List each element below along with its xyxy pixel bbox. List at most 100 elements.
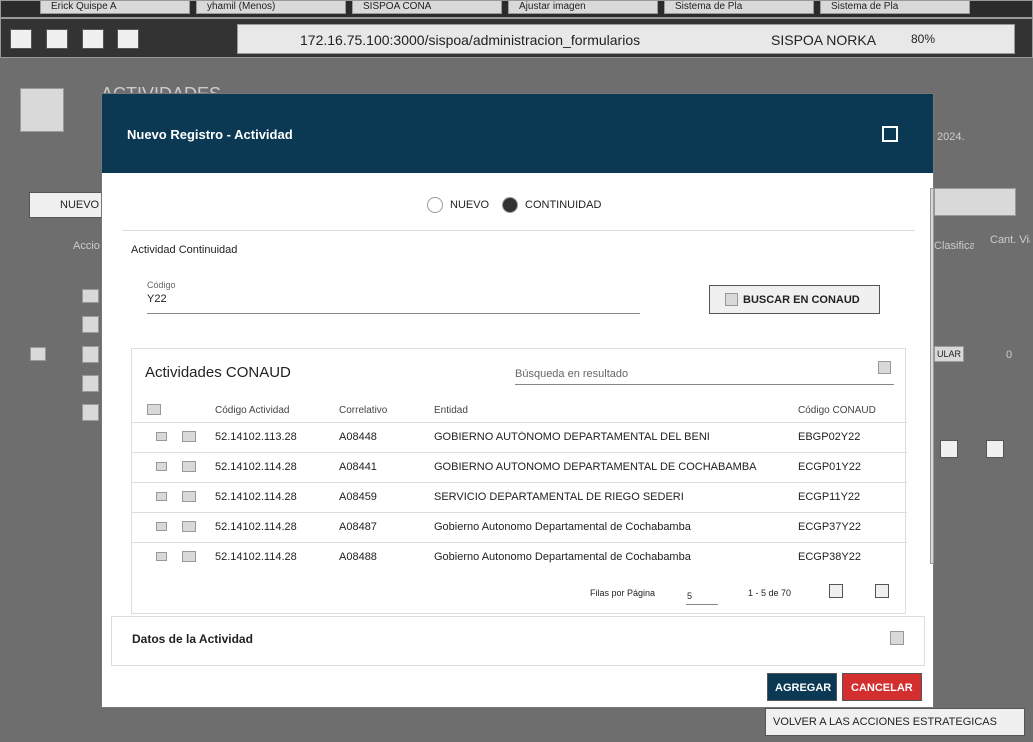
cell-codigo-conaud: ECGP37Y22 — [798, 521, 861, 533]
cell-codigo-actividad: 52.14102.114.28 — [215, 491, 297, 503]
close-icon[interactable] — [882, 126, 898, 142]
status-badge: ULAR — [934, 346, 964, 362]
search-icon — [878, 361, 891, 374]
radio-continuidad-label: CONTINUIDAD — [525, 199, 602, 211]
pagination-range: 1 - 5 de 70 — [748, 588, 792, 598]
divider — [122, 230, 915, 231]
section-label: Actividad Continuidad — [131, 244, 238, 256]
expand-row-icon[interactable] — [156, 492, 167, 501]
expand-row-icon[interactable] — [156, 522, 167, 531]
new-activity-button[interactable]: NUEVO — [29, 192, 103, 218]
conaud-table-card: Actividades CONAUD Búsqueda en resultado… — [131, 348, 907, 614]
clipboard-icon[interactable] — [82, 316, 99, 333]
browser-tab[interactable]: yhamil (Menos) — [196, 0, 346, 14]
agregar-button[interactable]: AGREGAR — [767, 673, 837, 701]
table-row[interactable]: 52.14102.114.28 A08459 SERVICIO DEPARTAMEN… — [132, 482, 907, 512]
cell-entidad: GOBIERNO AUTONOMO DEPARTAMENTAL DE COCHA… — [434, 461, 757, 473]
select-row-icon[interactable] — [182, 551, 196, 562]
col-codigo-actividad: Código Actividad — [215, 405, 290, 416]
next-page-button[interactable] — [875, 584, 889, 598]
browser-tab[interactable]: Ajustar imagen — [508, 0, 658, 14]
cell-entidad: Gobierno Autonomo Departamental de Cocha… — [434, 551, 691, 563]
browser-tab[interactable]: Erick Quispe A — [40, 0, 190, 14]
new-activity-dialog: Nuevo Registro - Actividad NUEVO CONTINU… — [101, 93, 934, 708]
codigo-input[interactable]: Y22 — [147, 290, 640, 314]
search-conaud-button[interactable]: BUSCAR EN CONAUD — [709, 285, 880, 314]
select-row-icon[interactable] — [182, 521, 196, 532]
browser-tab[interactable]: Sistema de Pla — [664, 0, 814, 14]
cell-codigo-conaud: ECGP38Y22 — [798, 551, 861, 563]
radio-nuevo-label: NUEVO — [450, 199, 490, 211]
home-button[interactable] — [117, 29, 139, 49]
cell-correlativo: A08459 — [339, 491, 377, 503]
rows-per-page-label: Filas por Página — [590, 588, 656, 598]
select-row-icon[interactable] — [182, 431, 196, 442]
cancelar-button[interactable]: CANCELAR — [842, 673, 922, 701]
cell-correlativo: A08487 — [339, 521, 377, 533]
rows-per-page-select[interactable]: 5 — [686, 583, 718, 605]
zoom-level[interactable]: 80% — [911, 32, 935, 46]
dialog-header: Nuevo Registro - Actividad — [102, 94, 933, 173]
dialog-title: Nuevo Registro - Actividad — [127, 127, 293, 142]
chevron-down-icon — [890, 631, 904, 645]
result-search-input[interactable]: Búsqueda en resultado — [515, 359, 894, 385]
radio-nuevo[interactable] — [427, 197, 443, 213]
back-to-strategic-actions-button[interactable]: VOLVER A LAS ACCIONES ESTRATEGICAS — [765, 708, 1025, 736]
view-icon[interactable] — [82, 289, 99, 303]
cell-codigo-conaud: ECGP01Y22 — [798, 461, 861, 473]
activities-icon — [20, 88, 64, 132]
back-button[interactable] — [10, 29, 32, 49]
document-icon[interactable] — [82, 404, 99, 421]
cell-entidad: SERVICIO DEPARTAMENTAL DE RIEGO SEDERI — [434, 491, 684, 503]
site-badge[interactable]: SISPOA NORKA — [771, 32, 876, 48]
browser-tab[interactable]: Sistema de Pla — [820, 0, 970, 14]
codigo-label: Código — [147, 280, 176, 290]
row-viaticos-count: 0 — [1006, 349, 1013, 361]
col-correlativo: Correlativo — [339, 405, 388, 416]
table-row[interactable]: 52.14102.114.28 A08488 Gobierno Autonomo D… — [132, 542, 907, 572]
delete-icon[interactable] — [82, 375, 99, 392]
address-bar[interactable]: 172.16.75.100:3000/sispoa/administracion… — [237, 24, 1015, 54]
browser-tab[interactable]: SISPOA CONA — [352, 0, 502, 14]
search-icon — [725, 293, 738, 306]
prev-page-bg[interactable] — [940, 440, 958, 458]
vehicle-icon — [30, 347, 46, 361]
list-icon[interactable] — [147, 404, 161, 415]
page-subtitle-tail: 2024. — [937, 131, 965, 143]
dialog-scrollbar[interactable] — [930, 188, 934, 564]
table-row[interactable]: 52.14102.114.28 A08441 GOBIERNO AUTONOMO D… — [132, 452, 907, 482]
forward-button[interactable] — [46, 29, 68, 49]
expand-row-icon[interactable] — [156, 432, 167, 441]
radio-continuidad[interactable] — [502, 197, 518, 213]
cell-codigo-actividad: 52.14102.114.28 — [215, 551, 297, 563]
select-row-icon[interactable] — [182, 461, 196, 472]
cell-codigo-conaud: ECGP11Y22 — [798, 491, 861, 503]
edit-icon[interactable] — [82, 346, 99, 363]
expand-row-icon[interactable] — [156, 552, 167, 561]
cell-codigo-actividad: 52.14102.114.28 — [215, 521, 297, 533]
cell-entidad: GOBIERNO AUTÓNOMO DEPARTAMENTAL DEL BENI — [434, 431, 710, 443]
table-row[interactable]: 52.14102.114.28 A08487 Gobierno Autonomo D… — [132, 512, 907, 542]
reload-button[interactable] — [82, 29, 104, 49]
cell-entidad: Gobierno Autonomo Departamental de Cocha… — [434, 521, 691, 533]
col-viaticos-header: Cant. Viáticos — [990, 234, 1030, 246]
cell-codigo-conaud: EBGP02Y22 — [798, 431, 861, 443]
datos-actividad-panel[interactable]: Datos de la Actividad — [111, 616, 925, 666]
address-url: 172.16.75.100:3000/sispoa/administracion… — [300, 32, 641, 48]
cell-codigo-actividad: 52.14102.114.28 — [215, 461, 297, 473]
table-row[interactable]: 52.14102.113.28 A08448 GOBIERNO AUTÓNOMO D… — [132, 422, 907, 452]
col-codigo-conaud: Código CONAUD — [798, 405, 876, 416]
expand-row-icon[interactable] — [156, 462, 167, 471]
col-clasificacion-header: Clasificación actividad — [934, 240, 974, 252]
cell-correlativo: A08488 — [339, 551, 377, 563]
page-search-field[interactable] — [934, 188, 1016, 216]
col-entidad: Entidad — [434, 405, 468, 416]
col-actions-header: Acciones — [73, 240, 100, 252]
cell-correlativo: A08441 — [339, 461, 377, 473]
table-title: Actividades CONAUD — [145, 364, 291, 381]
cell-codigo-actividad: 52.14102.113.28 — [215, 431, 297, 443]
prev-page-button[interactable] — [829, 584, 843, 598]
select-row-icon[interactable] — [182, 491, 196, 502]
cell-correlativo: A08448 — [339, 431, 377, 443]
next-page-bg[interactable] — [986, 440, 1004, 458]
